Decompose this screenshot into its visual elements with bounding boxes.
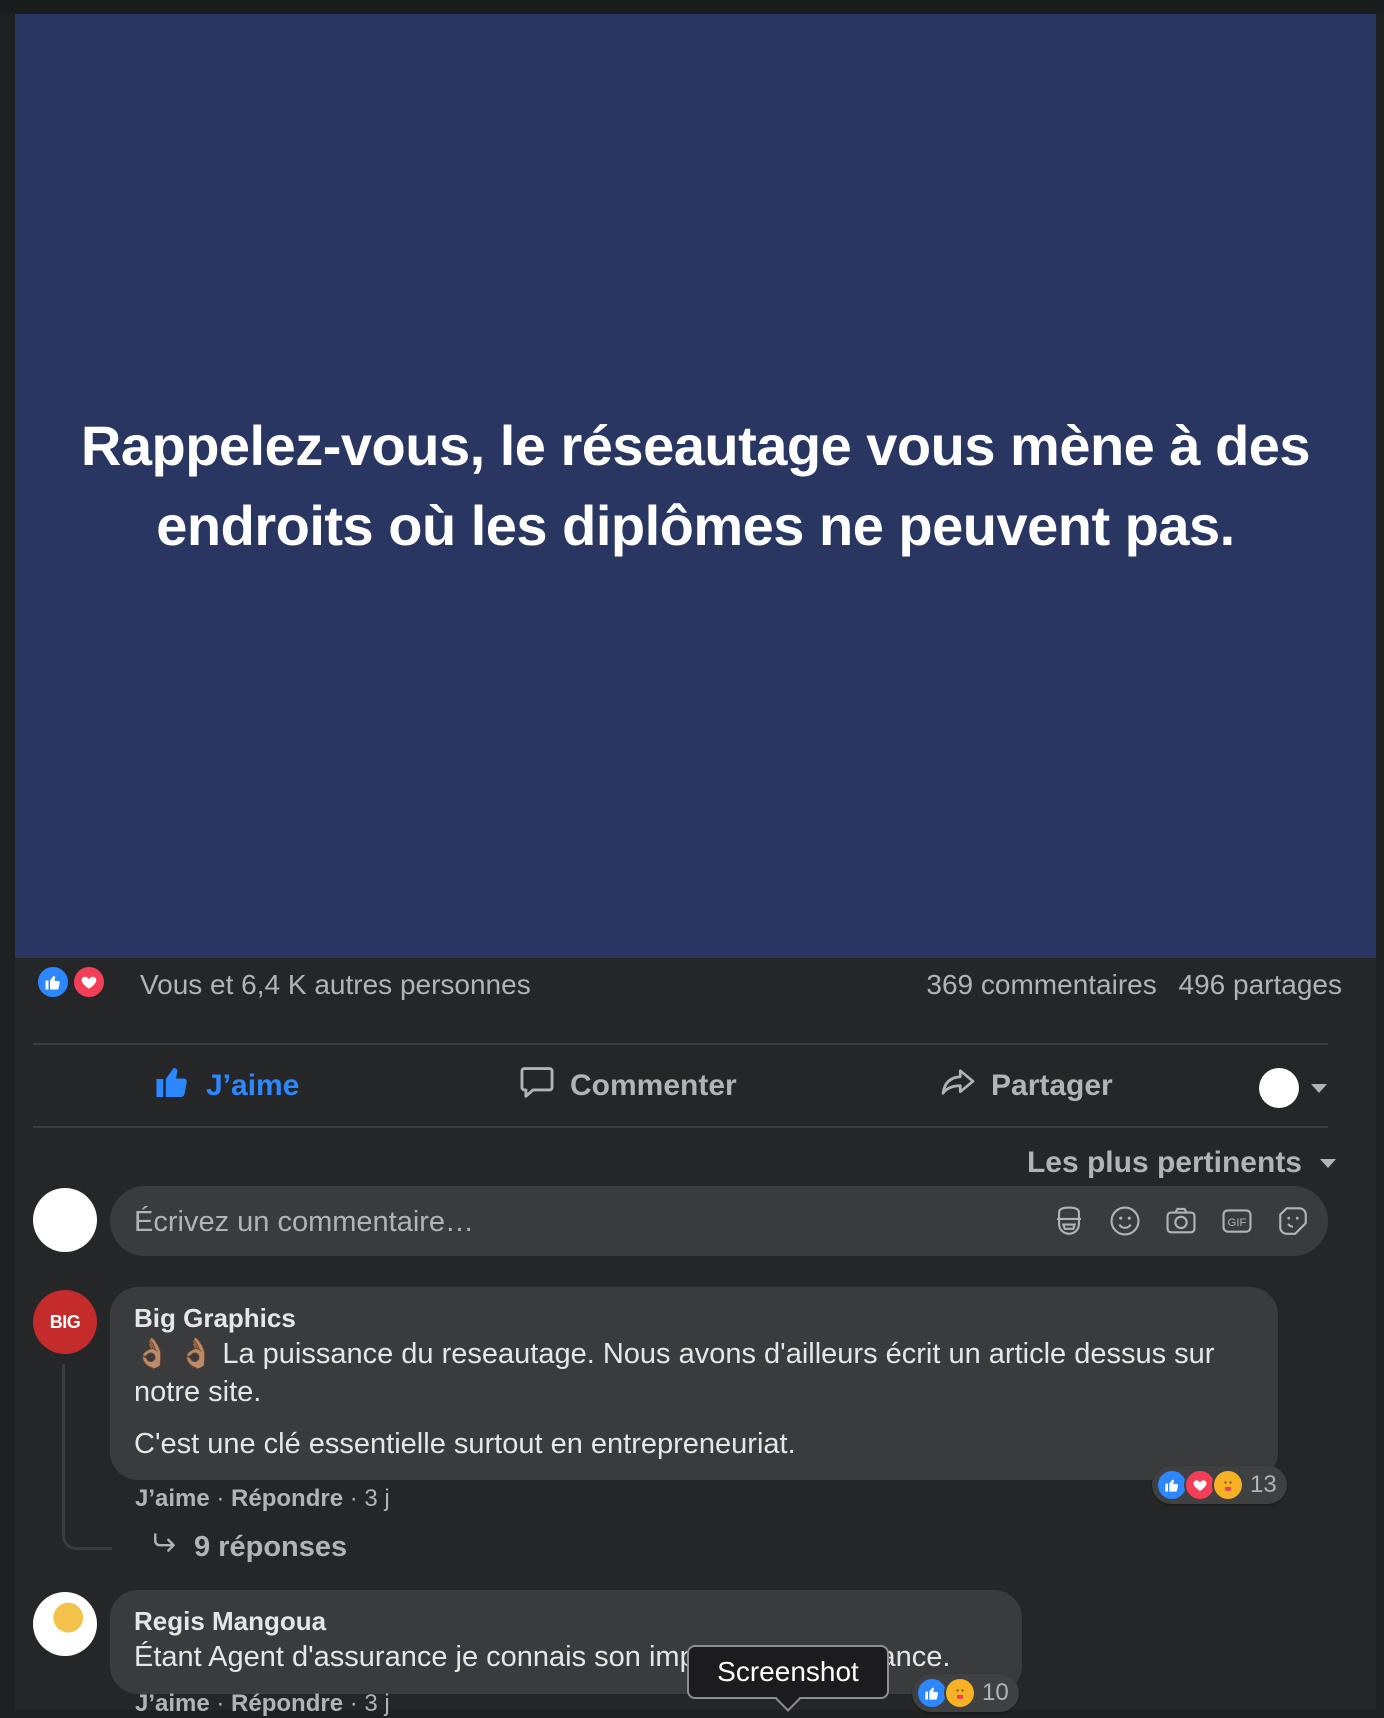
comment-meta: J’aime · Répondre · 3 j [135,1690,390,1717]
reactions-count-text[interactable]: Vous et 6,4 K autres personnes [140,969,531,1001]
composer-avatar [33,1188,97,1252]
reaction-count: 13 [1250,1471,1277,1498]
like-button[interactable]: J’aime [154,1060,299,1112]
divider [33,1043,1328,1045]
screenshot-tooltip: Screenshot [687,1645,889,1699]
comment-reply-link[interactable]: Répondre [231,1690,343,1717]
avatar-logo: BIG [49,1311,81,1332]
chevron-down-icon [1311,1083,1327,1093]
share-button[interactable]: Partager [939,1060,1113,1112]
comment-like-link[interactable]: J’aime [135,1485,210,1512]
divider [33,1126,1328,1128]
comment-meta: J’aime · Répondre · 3 j [135,1485,390,1512]
svg-text:GIF: GIF [1228,1217,1247,1229]
thread-connector [62,1364,112,1550]
top-bar [0,0,1384,14]
post-actions: J’aime Commenter Partager [33,1046,1328,1126]
profile-avatar [1259,1068,1299,1108]
care-reaction-icon [1212,1469,1244,1501]
chevron-down-icon [1320,1158,1336,1168]
reaction-summary[interactable] [36,965,116,1001]
avatar-sticker-icon[interactable] [1052,1201,1086,1241]
comment-time[interactable]: 3 j [364,1485,389,1512]
share-arrow-icon [939,1064,977,1108]
comment-time[interactable]: 3 j [364,1690,389,1717]
view-replies-link[interactable]: 9 réponses [150,1530,347,1564]
comment-reactions[interactable]: 13 [1152,1466,1287,1504]
comment-body: 👌🏽 👌🏽 La puissance du reseautage. Nous a… [134,1335,1254,1463]
replies-count: 9 réponses [194,1530,348,1563]
shares-count-link[interactable]: 496 partages [1179,969,1342,1000]
post-image-text: Rappelez-vous, le réseautage vous mène à… [80,414,1311,557]
comment-button[interactable]: Commenter [518,1060,737,1112]
comment-composer: GIF [110,1186,1328,1258]
care-reaction-icon [944,1677,976,1709]
comment-paragraph: 👌🏽 👌🏽 La puissance du reseautage. Nous a… [134,1338,1215,1408]
audience-selector[interactable] [1259,1068,1327,1108]
comment-author[interactable]: Big Graphics [134,1301,1254,1335]
post-image[interactable]: Rappelez-vous, le réseautage vous mène à… [15,14,1376,958]
love-reaction-icon [72,965,106,999]
comment-sort-dropdown[interactable]: Les plus pertinents [1027,1146,1336,1180]
camera-icon[interactable] [1164,1201,1198,1241]
comment-paragraph: C'est une clé essentielle surtout en ent… [134,1428,796,1460]
like-button-label: J’aime [206,1069,300,1102]
post-stats: Vous et 6,4 K autres personnes 369 comme… [36,963,1342,1003]
reaction-count: 10 [982,1679,1009,1706]
gif-icon[interactable]: GIF [1220,1201,1254,1241]
share-button-label: Partager [991,1069,1113,1102]
comment-bubble: Big Graphics 👌🏽 👌🏽 La puissance du resea… [110,1287,1278,1480]
stats-right: 369 commentaires 496 partages [912,969,1342,1001]
speech-bubble-icon [518,1063,556,1109]
comment-input[interactable] [132,1186,936,1258]
comment-like-link[interactable]: J’aime [135,1690,210,1717]
composer-tools: GIF [1052,1201,1310,1241]
like-reaction-icon [36,965,70,999]
comments-count-link[interactable]: 369 commentaires [926,969,1156,1000]
reply-arrow-icon [150,1530,180,1564]
comment-reactions[interactable]: 10 [912,1674,1019,1712]
emoji-icon[interactable] [1108,1201,1142,1241]
comment-button-label: Commenter [570,1069,737,1102]
sort-label: Les plus pertinents [1026,1146,1302,1179]
commenter-avatar[interactable]: BIG [33,1290,97,1354]
thumbs-up-icon [154,1064,192,1108]
comment-author[interactable]: Regis Mangoua [134,1604,998,1638]
comment-reply-link[interactable]: Répondre [231,1485,343,1512]
commenter-avatar[interactable] [33,1592,97,1656]
sticker-icon[interactable] [1276,1201,1310,1241]
